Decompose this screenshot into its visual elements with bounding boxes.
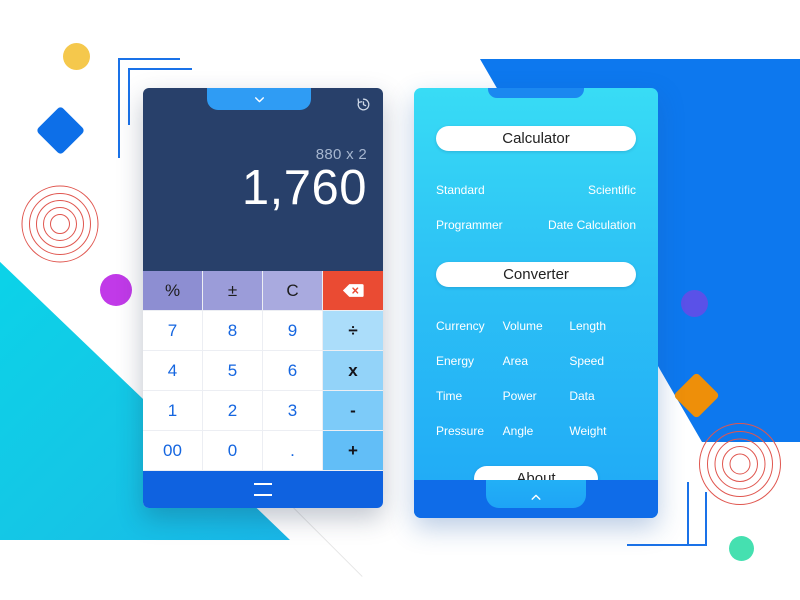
red-concentric-rings-right [699, 423, 781, 505]
mint-circle [729, 536, 754, 561]
key-seven[interactable]: 7 [143, 311, 203, 351]
equals-icon [254, 483, 272, 496]
purple-circle [100, 274, 132, 306]
key-clear[interactable]: C [263, 271, 323, 311]
chevron-up-icon [531, 494, 541, 500]
history-icon [356, 97, 369, 110]
menu-item-volume[interactable]: Volume [503, 319, 570, 333]
key-nine[interactable]: 9 [263, 311, 323, 351]
expand-tab-button[interactable] [207, 88, 311, 110]
menu-item-data[interactable]: Data [569, 389, 636, 403]
collapse-menu-button[interactable] [486, 480, 586, 508]
menu-item-weight[interactable]: Weight [569, 424, 636, 438]
menu-item-length[interactable]: Length [569, 319, 636, 333]
key-divide[interactable]: ÷ [323, 311, 383, 351]
menu-item-area[interactable]: Area [503, 354, 570, 368]
menu-top-tab[interactable] [488, 88, 584, 98]
key-six[interactable]: 6 [263, 351, 323, 391]
key-subtract[interactable]: - [323, 391, 383, 431]
result-text: 1,760 [241, 161, 367, 215]
red-concentric-rings-left [21, 185, 98, 262]
converter-section-title[interactable]: Converter [436, 262, 636, 287]
key-double-zero[interactable]: 00 [143, 431, 203, 471]
calculator-section-title[interactable]: Calculator [436, 126, 636, 151]
key-two[interactable]: 2 [203, 391, 263, 431]
converter-items-grid: Currency Volume Length Energy Area Speed… [414, 319, 658, 438]
key-multiply[interactable]: x [323, 351, 383, 391]
key-eight[interactable]: 8 [203, 311, 263, 351]
history-button[interactable] [354, 95, 372, 113]
key-zero[interactable]: 0 [203, 431, 263, 471]
key-decimal[interactable]: . [263, 431, 323, 471]
keypad: % ± C 7 8 9 ÷ 4 5 6 x 1 2 3 - 00 0 . + [143, 271, 383, 471]
key-sign[interactable]: ± [203, 271, 263, 311]
calculator-display: 880 x 2 1,760 [143, 88, 383, 271]
key-one[interactable]: 1 [143, 391, 203, 431]
menu-item-standard[interactable]: Standard [436, 183, 536, 197]
key-four[interactable]: 4 [143, 351, 203, 391]
menu-item-pressure[interactable]: Pressure [436, 424, 503, 438]
key-three[interactable]: 3 [263, 391, 323, 431]
key-five[interactable]: 5 [203, 351, 263, 391]
calculator-panel: 880 x 2 1,760 % ± C 7 8 9 ÷ 4 5 6 x 1 2 … [143, 88, 383, 508]
menu-item-date-calculation[interactable]: Date Calculation [536, 218, 636, 232]
key-percent[interactable]: % [143, 271, 203, 311]
menu-item-speed[interactable]: Speed [569, 354, 636, 368]
key-add[interactable]: + [323, 431, 383, 471]
violet-circle [681, 290, 708, 317]
yellow-circle [63, 43, 90, 70]
menu-footer [414, 480, 658, 518]
menu-item-programmer[interactable]: Programmer [436, 218, 536, 232]
menu-item-angle[interactable]: Angle [503, 424, 570, 438]
key-backspace[interactable] [323, 271, 383, 311]
backspace-icon [342, 284, 364, 297]
menu-item-power[interactable]: Power [503, 389, 570, 403]
canvas: 880 x 2 1,760 % ± C 7 8 9 ÷ 4 5 6 x 1 2 … [0, 0, 800, 600]
chevron-down-icon [254, 96, 264, 102]
menu-panel: Calculator Standard Scientific Programme… [414, 88, 658, 518]
key-equals[interactable] [143, 471, 383, 508]
menu-item-currency[interactable]: Currency [436, 319, 503, 333]
menu-item-scientific[interactable]: Scientific [536, 183, 636, 197]
menu-item-time[interactable]: Time [436, 389, 503, 403]
blue-diamond [35, 105, 86, 156]
menu-item-energy[interactable]: Energy [436, 354, 503, 368]
calculator-modes-grid: Standard Scientific Programmer Date Calc… [414, 183, 658, 232]
